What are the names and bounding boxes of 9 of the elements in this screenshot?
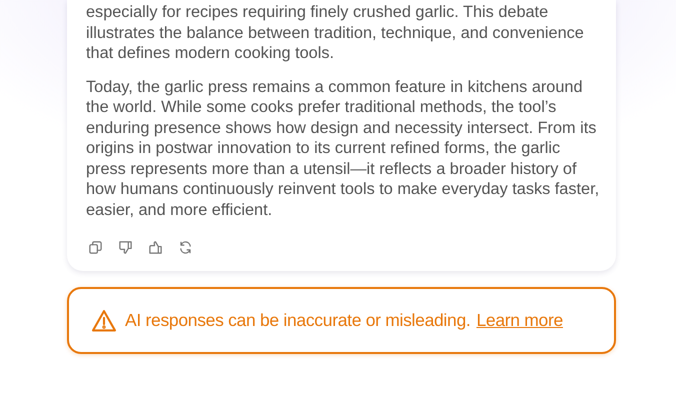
refresh-icon [178,240,193,255]
response-paragraph: especially for recipes requiring finely crushed garlic. This debate illustrates the balance between tradition, technique, and convenience that defines modern cooking tools. [86,2,585,64]
thumbs-down-icon [118,240,133,255]
warning-icon [91,309,117,332]
thumbs-up-icon [148,240,163,255]
learn-more-link[interactable]: Learn more [476,310,563,331]
response-paragraph: Today, the garlic press remains a common feature in kitchens around the world. While some cooks prefer traditional methods, the tool’s enduring presence shows how design and necessity intersect. From its origins in postwar innovation to its current refined forms, the garlic press represents more than a utensil—it reflects a broader history of how humans continuously reinvent tools to make everyday tasks faster, easier, and more efficient. [86,76,600,220]
warning-message: AI responses can be inaccurate or misleading. [125,310,470,331]
copy-icon [88,240,103,255]
